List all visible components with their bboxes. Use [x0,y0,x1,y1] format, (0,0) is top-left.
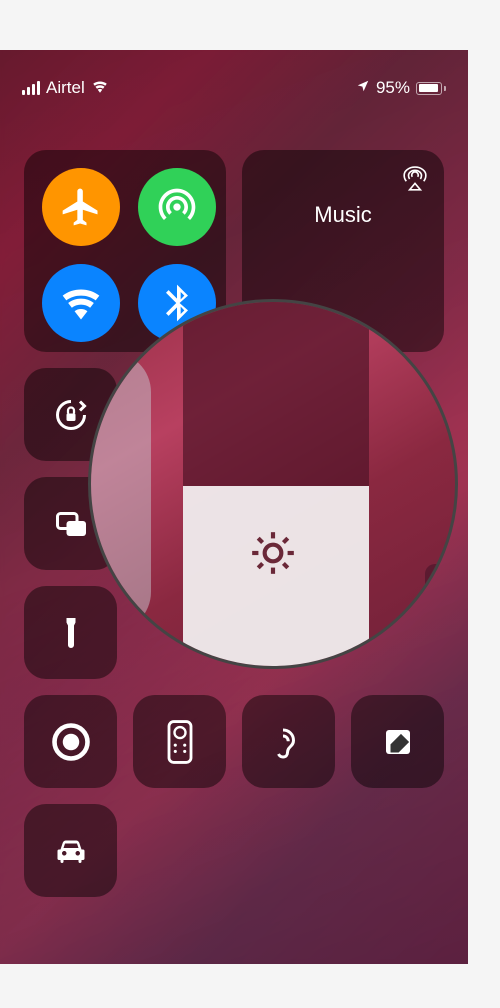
battery-icon [416,82,446,95]
control-center-screen: Airtel 95% [0,50,468,964]
music-label: Music [242,202,444,228]
carrier-label: Airtel [46,78,85,98]
magnified-left-tile [88,352,151,632]
status-bar: Airtel 95% [0,66,468,110]
magnifier-circle [88,299,458,669]
hearing-button[interactable] [242,695,335,788]
cellular-data-button[interactable] [138,168,216,246]
apple-tv-remote-button[interactable] [133,695,226,788]
brightness-icon [248,528,298,578]
wifi-status-icon [91,78,109,98]
battery-percent: 95% [376,78,410,98]
status-right: 95% [356,78,446,98]
magnified-right-tile [425,564,458,618]
airplay-icon[interactable] [402,166,428,197]
location-icon [356,78,370,98]
status-left: Airtel [22,78,109,98]
driving-mode-button[interactable] [24,804,117,897]
wifi-button[interactable] [42,264,120,342]
notes-button[interactable] [351,695,444,788]
airplane-mode-button[interactable] [42,168,120,246]
signal-strength-icon [22,81,40,95]
screen-record-button[interactable] [24,695,117,788]
